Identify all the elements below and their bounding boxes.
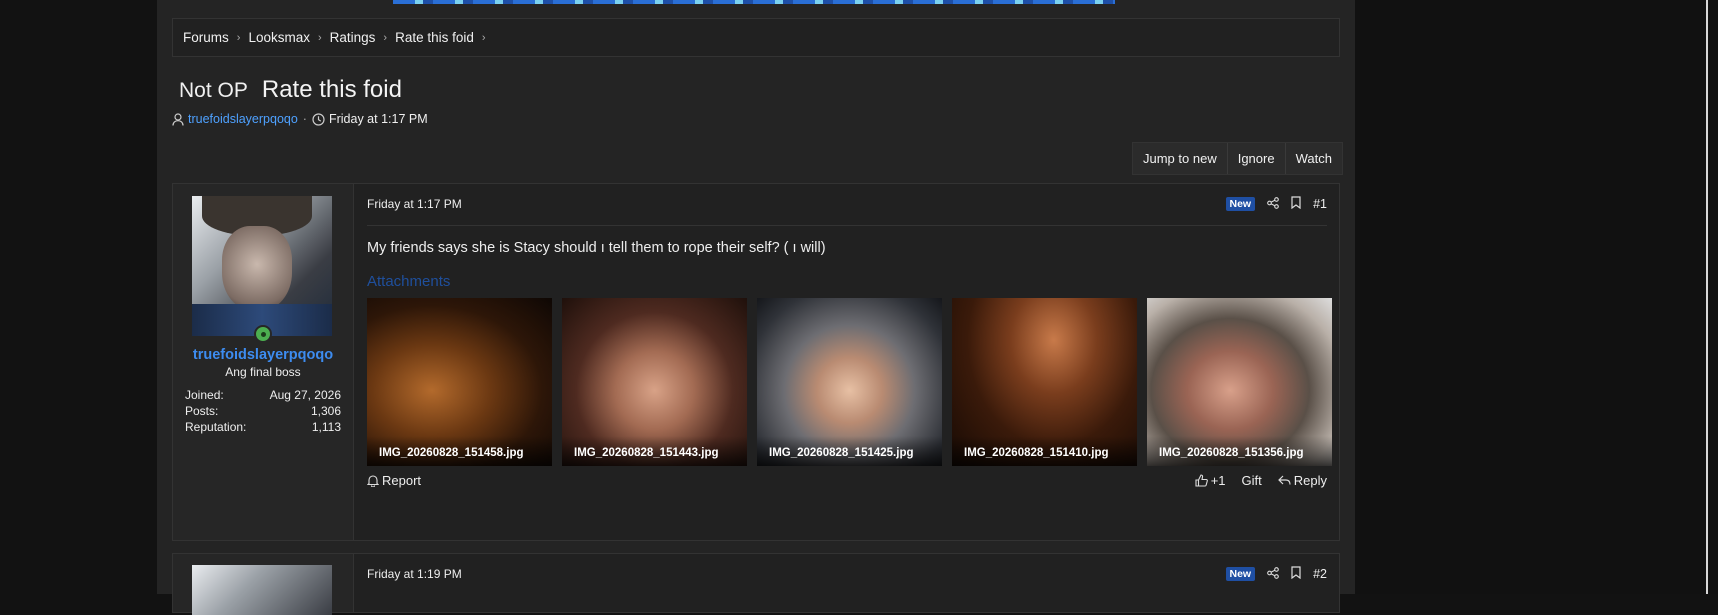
scrollbar[interactable]	[1706, 0, 1708, 594]
breadcrumb-item-ratings[interactable]: Ratings	[330, 30, 376, 45]
attachment-filename: IMG_20260828_151425.jpg	[757, 436, 942, 466]
thumbs-up-icon	[1195, 474, 1208, 487]
report-button[interactable]: Report	[367, 473, 421, 488]
post-date[interactable]: Friday at 1:17 PM	[367, 197, 462, 211]
attachment-filename: IMG_20260828_151458.jpg	[367, 436, 552, 466]
share-icon[interactable]	[1267, 566, 1279, 582]
meta-separator: ·	[302, 112, 307, 126]
chevron-right-icon: ›	[236, 31, 241, 44]
breadcrumb-item-looksmax[interactable]: Looksmax	[248, 30, 310, 45]
post-header-actions: New #1	[1225, 196, 1327, 212]
post-date[interactable]: Friday at 1:19 PM	[367, 567, 462, 581]
attachments-heading: Attachments	[367, 273, 451, 290]
attachment-filename: IMG_20260828_151443.jpg	[562, 436, 747, 466]
page-title: Rate this foid	[261, 76, 402, 103]
post-header-actions: New #2	[1225, 566, 1327, 582]
bell-icon	[367, 475, 379, 487]
post-message-cell: Friday at 1:17 PM New #1 My friends says…	[354, 184, 1339, 540]
attachment-list: IMG_20260828_151458.jpg IMG_20260828_151…	[367, 298, 1332, 466]
post-footer-actions: +1 Gift Reply	[1195, 473, 1327, 488]
stat-label: Reputation:	[185, 420, 247, 434]
post-user-cell: truefoidslayerpqoqo Ang final boss Joine…	[173, 184, 354, 540]
thread-actions: Jump to new Ignore Watch	[1132, 142, 1343, 175]
attachment-filename: IMG_20260828_151410.jpg	[952, 436, 1137, 466]
attachment-thumbnail[interactable]: IMG_20260828_151443.jpg	[562, 298, 747, 466]
stat-value: 1,113	[311, 420, 341, 434]
watch-button[interactable]: Watch	[1284, 143, 1342, 174]
attachment-thumbnail[interactable]: IMG_20260828_151425.jpg	[757, 298, 942, 466]
reply-label: Reply	[1293, 473, 1327, 488]
user-stat-posts: Posts: 1,306	[185, 404, 341, 418]
stat-label: Joined:	[185, 388, 224, 402]
post-user-cell	[173, 554, 354, 615]
breadcrumb-item-forums[interactable]: Forums	[183, 30, 229, 45]
new-badge: New	[1225, 567, 1256, 581]
chevron-right-icon: ›	[383, 31, 388, 44]
attachment-thumbnail[interactable]: IMG_20260828_151356.jpg	[1147, 298, 1332, 466]
breadcrumb: Forums › Looksmax › Ratings › Rate this …	[172, 18, 1340, 57]
post-divider	[367, 225, 1327, 226]
user-icon	[171, 112, 185, 126]
post: truefoidslayerpqoqo Ang final boss Joine…	[172, 183, 1340, 541]
chevron-right-icon: ›	[317, 31, 322, 44]
post-body: My friends says she is Stacy should ı te…	[367, 240, 826, 256]
bookmark-icon[interactable]	[1291, 196, 1301, 212]
post-footer: Report +1 Gift Reply	[367, 473, 1327, 488]
thread-header: Not OP Rate this foid	[179, 76, 402, 104]
clock-icon	[312, 112, 326, 126]
page-margin	[1355, 0, 1718, 594]
avatar[interactable]	[192, 196, 332, 336]
post-message-cell: Friday at 1:19 PM New #2	[354, 554, 1339, 612]
thread-prefix[interactable]: Not OP	[179, 79, 248, 103]
reply-button[interactable]: Reply	[1277, 473, 1327, 488]
user-title: Ang final boss	[225, 365, 301, 379]
avatar[interactable]	[192, 565, 332, 615]
stat-label: Posts:	[185, 404, 219, 418]
share-icon[interactable]	[1267, 196, 1279, 212]
attachment-filename: IMG_20260828_151356.jpg	[1147, 436, 1332, 466]
thread-date[interactable]: Friday at 1:17 PM	[329, 112, 428, 126]
post-number-link[interactable]: #2	[1313, 567, 1327, 581]
attachment-thumbnail[interactable]: IMG_20260828_151458.jpg	[367, 298, 552, 466]
like-count: +1	[1210, 473, 1226, 488]
reply-icon	[1277, 475, 1291, 485]
breadcrumb-item-thread[interactable]: Rate this foid	[395, 30, 474, 45]
post-number-link[interactable]: #1	[1313, 197, 1327, 211]
ignore-button[interactable]: Ignore	[1226, 143, 1285, 174]
user-stat-reputation: Reputation: 1,113	[185, 420, 341, 434]
jump-to-new-button[interactable]: Jump to new	[1133, 143, 1227, 174]
post-username[interactable]: truefoidslayerpqoqo	[173, 347, 353, 363]
stat-value: 1,306	[310, 404, 341, 418]
stat-value: Aug 27, 2026	[269, 388, 341, 402]
attachment-thumbnail[interactable]: IMG_20260828_151410.jpg	[952, 298, 1137, 466]
post: Friday at 1:19 PM New #2	[172, 553, 1340, 615]
thread-meta: truefoidslayerpqoqo · Friday at 1:17 PM	[171, 112, 428, 126]
top-banner[interactable]	[393, 0, 1115, 4]
gift-button[interactable]: Gift	[1242, 473, 1262, 488]
thread-author-link[interactable]: truefoidslayerpqoqo	[188, 112, 298, 126]
online-status-icon	[254, 325, 272, 343]
user-stat-joined: Joined: Aug 27, 2026	[185, 388, 341, 402]
like-button[interactable]: +1	[1195, 473, 1226, 488]
chevron-right-icon: ›	[481, 31, 486, 44]
new-badge: New	[1225, 197, 1256, 211]
report-label: Report	[382, 473, 422, 488]
bookmark-icon[interactable]	[1291, 566, 1301, 582]
